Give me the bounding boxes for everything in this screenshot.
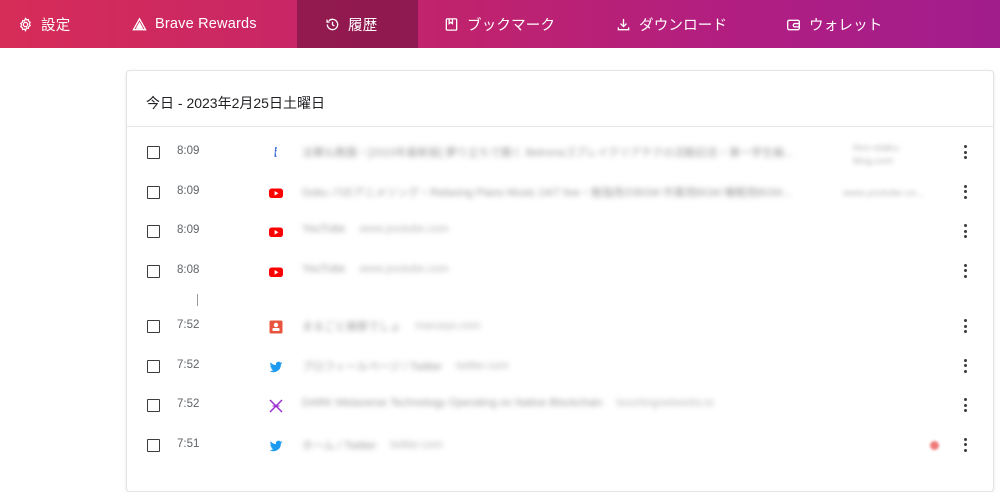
history-row: 7:52 DARK Metaverse Technology Operating…: [127, 387, 993, 427]
nav-wallet-label: ウォレット: [809, 17, 883, 34]
twitter-icon: [268, 359, 284, 375]
row-time: 8:09: [177, 184, 200, 197]
date-header: 今日 - 2023年2月25日土曜日: [127, 71, 993, 127]
blog-icon: [268, 145, 284, 161]
row-title: Goku パのアニメソング・Relaxing Piano Music 24/7 …: [302, 186, 792, 199]
more-actions-button[interactable]: [956, 356, 974, 376]
row-checkbox[interactable]: [147, 185, 160, 199]
row-time: 8:08: [177, 263, 200, 276]
row-checkbox[interactable]: [147, 359, 160, 373]
row-link[interactable]: DARK Metaverse Technology Operating on N…: [302, 397, 953, 409]
top-nav: 設定 Brave Rewards 履歴 ブックマーク ダウンロード ウォレット: [0, 0, 1000, 48]
history-row: 8:09 法華仏教園・[2023年最新版] 夢り立ちで聞く Betronaゴブレ…: [127, 134, 993, 174]
row-time: 7:51: [177, 437, 200, 450]
row-link[interactable]: YouTube www.youtube.com: [302, 263, 953, 275]
more-actions-button[interactable]: [956, 221, 974, 241]
row-domain: marusys.com: [415, 320, 481, 332]
row-title: まるごと検索でしょ: [302, 321, 401, 333]
history-row: 7:51 ホーム / Twitter twitter.com: [127, 427, 993, 467]
row-time: 8:09: [177, 224, 200, 236]
wallet-icon: [787, 19, 800, 30]
row-domain: touchingnetworks.io: [616, 397, 714, 409]
history-list: 8:09 法華仏教園・[2023年最新版] 夢り立ちで聞く Betronaゴブレ…: [127, 134, 993, 466]
nav-bookmarks-label: ブックマーク: [467, 17, 556, 34]
time-gap-separator: [127, 292, 993, 308]
row-domain: twitter.com: [456, 359, 509, 372]
row-link[interactable]: ホーム / Twitter twitter.com: [302, 437, 913, 453]
nav-bookmarks[interactable]: ブックマーク: [418, 0, 586, 48]
twitter-icon: [268, 438, 284, 454]
row-checkbox[interactable]: [147, 399, 160, 412]
youtube-icon: [268, 264, 284, 280]
row-link[interactable]: 法華仏教園・[2023年最新版] 夢り立ちで聞く Betronaゴブレイクリアテ…: [302, 144, 843, 160]
row-checkbox[interactable]: [147, 320, 160, 333]
more-actions-button[interactable]: [956, 316, 974, 336]
row-title: プロフィールページ / Twitter: [302, 360, 443, 373]
time-gap-line: [197, 294, 198, 306]
row-domain: twitter.com: [390, 438, 443, 451]
row-title: YouTube: [302, 223, 346, 235]
history-card: 今日 - 2023年2月25日土曜日 8:09 法華仏教園・[2023年最新版]…: [126, 70, 994, 492]
nav-rewards[interactable]: Brave Rewards: [102, 0, 297, 48]
history-row: 8:09 YouTube www.youtube.com: [127, 213, 993, 253]
more-actions-button[interactable]: [956, 435, 974, 455]
more-actions-button[interactable]: [956, 395, 974, 415]
row-time: 7:52: [177, 358, 200, 371]
row-checkbox[interactable]: [147, 146, 160, 159]
rewards-triangle-icon: [132, 17, 147, 30]
history-row: 8:08 YouTube www.youtube.com: [127, 253, 993, 293]
history-row: 7:52 まるごと検索でしょ marusys.com: [127, 308, 993, 348]
bookmarked-star-icon[interactable]: [930, 440, 939, 450]
row-link[interactable]: プロフィールページ / Twitter twitter.com: [302, 358, 953, 374]
row-link[interactable]: Goku パのアニメソング・Relaxing Piano Music 24/7 …: [302, 184, 833, 200]
more-actions-button[interactable]: [956, 261, 974, 281]
row-title: 法華仏教園・[2023年最新版] 夢り立ちで聞く Betronaゴブレイクリアテ…: [302, 147, 794, 159]
row-checkbox[interactable]: [147, 264, 160, 278]
bookmark-icon: [445, 17, 458, 31]
nav-settings[interactable]: 設定: [0, 0, 102, 48]
row-domain: hiro-otaku-blog.com: [853, 143, 901, 167]
nav-rewards-label: Brave Rewards: [155, 16, 257, 32]
row-domain: www.youtube.com: [359, 223, 449, 235]
history-clock-icon: [326, 18, 339, 30]
gear-icon: [20, 16, 31, 32]
row-domain: www.youtube.com: [359, 262, 449, 275]
cooking-icon: [268, 319, 284, 335]
nav-history-label: 履歴: [348, 17, 378, 34]
history-row: 7:52 プロフィールページ / Twitter twitter.com: [127, 348, 993, 388]
youtube-icon: [268, 224, 284, 240]
row-title: YouTube: [302, 262, 346, 275]
nav-downloads-label: ダウンロード: [639, 17, 728, 34]
history-row: 8:09 Goku パのアニメソング・Relaxing Piano Music …: [127, 174, 993, 214]
row-checkbox[interactable]: [147, 438, 160, 452]
row-title: ホーム / Twitter: [302, 439, 377, 452]
more-actions-button[interactable]: [956, 182, 974, 202]
row-time: 7:52: [177, 319, 200, 331]
nav-downloads[interactable]: ダウンロード: [586, 0, 758, 48]
more-actions-button[interactable]: [956, 142, 974, 162]
download-icon: [617, 18, 630, 30]
row-link[interactable]: まるごと検索でしょ marusys.com: [302, 318, 953, 334]
row-checkbox[interactable]: [147, 225, 160, 238]
row-time: 8:09: [177, 145, 200, 157]
metaverse-icon: [268, 398, 284, 414]
nav-settings-label: 設定: [41, 17, 71, 34]
youtube-icon: [268, 185, 284, 201]
nav-wallet[interactable]: ウォレット: [758, 0, 898, 48]
row-title: DARK Metaverse Technology Operating on N…: [302, 397, 603, 409]
nav-history[interactable]: 履歴: [297, 0, 418, 48]
row-time: 7:52: [177, 398, 200, 410]
row-domain: www.youtube.co...: [843, 187, 925, 199]
row-link[interactable]: YouTube www.youtube.com: [302, 223, 953, 235]
